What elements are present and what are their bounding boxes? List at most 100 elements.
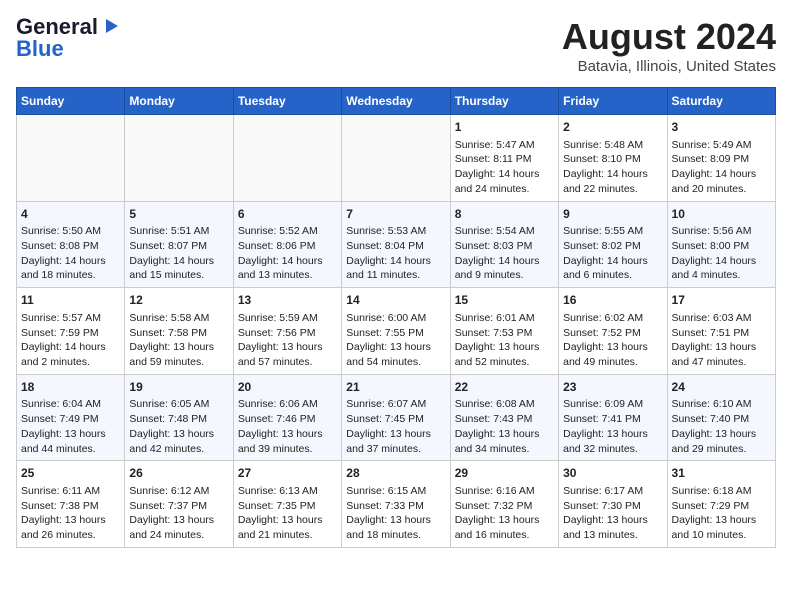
day-info: Daylight: 13 hours and 10 minutes. bbox=[672, 513, 771, 542]
calendar-cell bbox=[125, 115, 233, 202]
day-info: Sunset: 8:09 PM bbox=[672, 152, 771, 167]
day-header-friday: Friday bbox=[559, 88, 667, 115]
day-number: 17 bbox=[672, 292, 771, 309]
day-info: Daylight: 13 hours and 34 minutes. bbox=[455, 427, 554, 456]
day-info: Daylight: 13 hours and 26 minutes. bbox=[21, 513, 120, 542]
day-number: 2 bbox=[563, 119, 662, 136]
day-info: Daylight: 14 hours and 20 minutes. bbox=[672, 167, 771, 196]
day-info: Daylight: 13 hours and 16 minutes. bbox=[455, 513, 554, 542]
day-info: Sunrise: 6:03 AM bbox=[672, 311, 771, 326]
calendar-cell: 20Sunrise: 6:06 AMSunset: 7:46 PMDayligh… bbox=[233, 374, 341, 461]
day-info: Daylight: 14 hours and 18 minutes. bbox=[21, 254, 120, 283]
day-info: Sunset: 7:40 PM bbox=[672, 412, 771, 427]
calendar-cell: 22Sunrise: 6:08 AMSunset: 7:43 PMDayligh… bbox=[450, 374, 558, 461]
calendar-cell: 7Sunrise: 5:53 AMSunset: 8:04 PMDaylight… bbox=[342, 201, 450, 288]
day-info: Sunrise: 6:04 AM bbox=[21, 397, 120, 412]
day-info: Daylight: 13 hours and 49 minutes. bbox=[563, 340, 662, 369]
calendar-week-5: 25Sunrise: 6:11 AMSunset: 7:38 PMDayligh… bbox=[17, 461, 776, 548]
day-number: 12 bbox=[129, 292, 228, 309]
day-number: 10 bbox=[672, 206, 771, 223]
calendar-cell: 5Sunrise: 5:51 AMSunset: 8:07 PMDaylight… bbox=[125, 201, 233, 288]
day-info: Sunset: 7:49 PM bbox=[21, 412, 120, 427]
day-info: Sunrise: 5:52 AM bbox=[238, 224, 337, 239]
day-info: Sunrise: 6:18 AM bbox=[672, 484, 771, 499]
day-info: Sunrise: 6:01 AM bbox=[455, 311, 554, 326]
day-info: Daylight: 13 hours and 32 minutes. bbox=[563, 427, 662, 456]
calendar-cell: 29Sunrise: 6:16 AMSunset: 7:32 PMDayligh… bbox=[450, 461, 558, 548]
logo-text: General bbox=[16, 16, 98, 38]
day-info: Daylight: 13 hours and 39 minutes. bbox=[238, 427, 337, 456]
calendar-cell: 30Sunrise: 6:17 AMSunset: 7:30 PMDayligh… bbox=[559, 461, 667, 548]
day-info: Daylight: 14 hours and 13 minutes. bbox=[238, 254, 337, 283]
day-info: Daylight: 14 hours and 11 minutes. bbox=[346, 254, 445, 283]
calendar-header-row: SundayMondayTuesdayWednesdayThursdayFrid… bbox=[17, 88, 776, 115]
calendar-cell: 25Sunrise: 6:11 AMSunset: 7:38 PMDayligh… bbox=[17, 461, 125, 548]
day-info: Sunset: 8:04 PM bbox=[346, 239, 445, 254]
day-info: Daylight: 13 hours and 29 minutes. bbox=[672, 427, 771, 456]
day-info: Sunrise: 6:08 AM bbox=[455, 397, 554, 412]
day-info: Daylight: 13 hours and 13 minutes. bbox=[563, 513, 662, 542]
day-info: Sunset: 7:59 PM bbox=[21, 326, 120, 341]
calendar-cell: 9Sunrise: 5:55 AMSunset: 8:02 PMDaylight… bbox=[559, 201, 667, 288]
day-info: Sunrise: 5:51 AM bbox=[129, 224, 228, 239]
day-number: 6 bbox=[238, 206, 337, 223]
logo-arrow-icon bbox=[100, 15, 122, 37]
day-info: Sunrise: 6:16 AM bbox=[455, 484, 554, 499]
calendar-cell: 8Sunrise: 5:54 AMSunset: 8:03 PMDaylight… bbox=[450, 201, 558, 288]
day-info: Sunset: 7:58 PM bbox=[129, 326, 228, 341]
calendar-cell: 14Sunrise: 6:00 AMSunset: 7:55 PMDayligh… bbox=[342, 288, 450, 375]
day-info: Sunset: 8:08 PM bbox=[21, 239, 120, 254]
day-number: 7 bbox=[346, 206, 445, 223]
day-number: 28 bbox=[346, 465, 445, 482]
calendar-cell: 27Sunrise: 6:13 AMSunset: 7:35 PMDayligh… bbox=[233, 461, 341, 548]
calendar-week-4: 18Sunrise: 6:04 AMSunset: 7:49 PMDayligh… bbox=[17, 374, 776, 461]
day-number: 19 bbox=[129, 379, 228, 396]
calendar-cell: 10Sunrise: 5:56 AMSunset: 8:00 PMDayligh… bbox=[667, 201, 775, 288]
day-info: Sunrise: 5:56 AM bbox=[672, 224, 771, 239]
subtitle: Batavia, Illinois, United States bbox=[562, 58, 776, 75]
day-number: 11 bbox=[21, 292, 120, 309]
calendar-cell: 15Sunrise: 6:01 AMSunset: 7:53 PMDayligh… bbox=[450, 288, 558, 375]
calendar-cell: 19Sunrise: 6:05 AMSunset: 7:48 PMDayligh… bbox=[125, 374, 233, 461]
day-number: 15 bbox=[455, 292, 554, 309]
page-header: General Blue August 2024 Batavia, Illino… bbox=[16, 16, 776, 75]
calendar-cell: 18Sunrise: 6:04 AMSunset: 7:49 PMDayligh… bbox=[17, 374, 125, 461]
day-info: Sunset: 7:43 PM bbox=[455, 412, 554, 427]
calendar-cell: 21Sunrise: 6:07 AMSunset: 7:45 PMDayligh… bbox=[342, 374, 450, 461]
day-header-tuesday: Tuesday bbox=[233, 88, 341, 115]
day-info: Sunrise: 6:15 AM bbox=[346, 484, 445, 499]
day-info: Sunrise: 5:58 AM bbox=[129, 311, 228, 326]
day-number: 27 bbox=[238, 465, 337, 482]
calendar-cell: 11Sunrise: 5:57 AMSunset: 7:59 PMDayligh… bbox=[17, 288, 125, 375]
day-number: 9 bbox=[563, 206, 662, 223]
day-info: Sunset: 7:56 PM bbox=[238, 326, 337, 341]
day-header-wednesday: Wednesday bbox=[342, 88, 450, 115]
day-header-sunday: Sunday bbox=[17, 88, 125, 115]
day-info: Sunrise: 6:06 AM bbox=[238, 397, 337, 412]
day-info: Daylight: 14 hours and 22 minutes. bbox=[563, 167, 662, 196]
day-header-thursday: Thursday bbox=[450, 88, 558, 115]
day-info: Daylight: 13 hours and 44 minutes. bbox=[21, 427, 120, 456]
day-info: Daylight: 14 hours and 2 minutes. bbox=[21, 340, 120, 369]
day-number: 16 bbox=[563, 292, 662, 309]
day-info: Sunset: 7:41 PM bbox=[563, 412, 662, 427]
calendar-cell: 23Sunrise: 6:09 AMSunset: 7:41 PMDayligh… bbox=[559, 374, 667, 461]
day-info: Sunset: 7:52 PM bbox=[563, 326, 662, 341]
day-info: Sunset: 7:37 PM bbox=[129, 499, 228, 514]
calendar-week-1: 1Sunrise: 5:47 AMSunset: 8:11 PMDaylight… bbox=[17, 115, 776, 202]
day-number: 14 bbox=[346, 292, 445, 309]
day-info: Sunrise: 6:13 AM bbox=[238, 484, 337, 499]
day-number: 18 bbox=[21, 379, 120, 396]
calendar-cell: 26Sunrise: 6:12 AMSunset: 7:37 PMDayligh… bbox=[125, 461, 233, 548]
logo: General Blue bbox=[16, 16, 122, 60]
day-number: 23 bbox=[563, 379, 662, 396]
day-number: 3 bbox=[672, 119, 771, 136]
title-block: August 2024 Batavia, Illinois, United St… bbox=[562, 16, 776, 75]
day-number: 25 bbox=[21, 465, 120, 482]
day-info: Sunrise: 6:07 AM bbox=[346, 397, 445, 412]
day-info: Sunset: 7:30 PM bbox=[563, 499, 662, 514]
day-info: Daylight: 14 hours and 24 minutes. bbox=[455, 167, 554, 196]
calendar-cell bbox=[17, 115, 125, 202]
day-number: 20 bbox=[238, 379, 337, 396]
calendar-cell bbox=[233, 115, 341, 202]
